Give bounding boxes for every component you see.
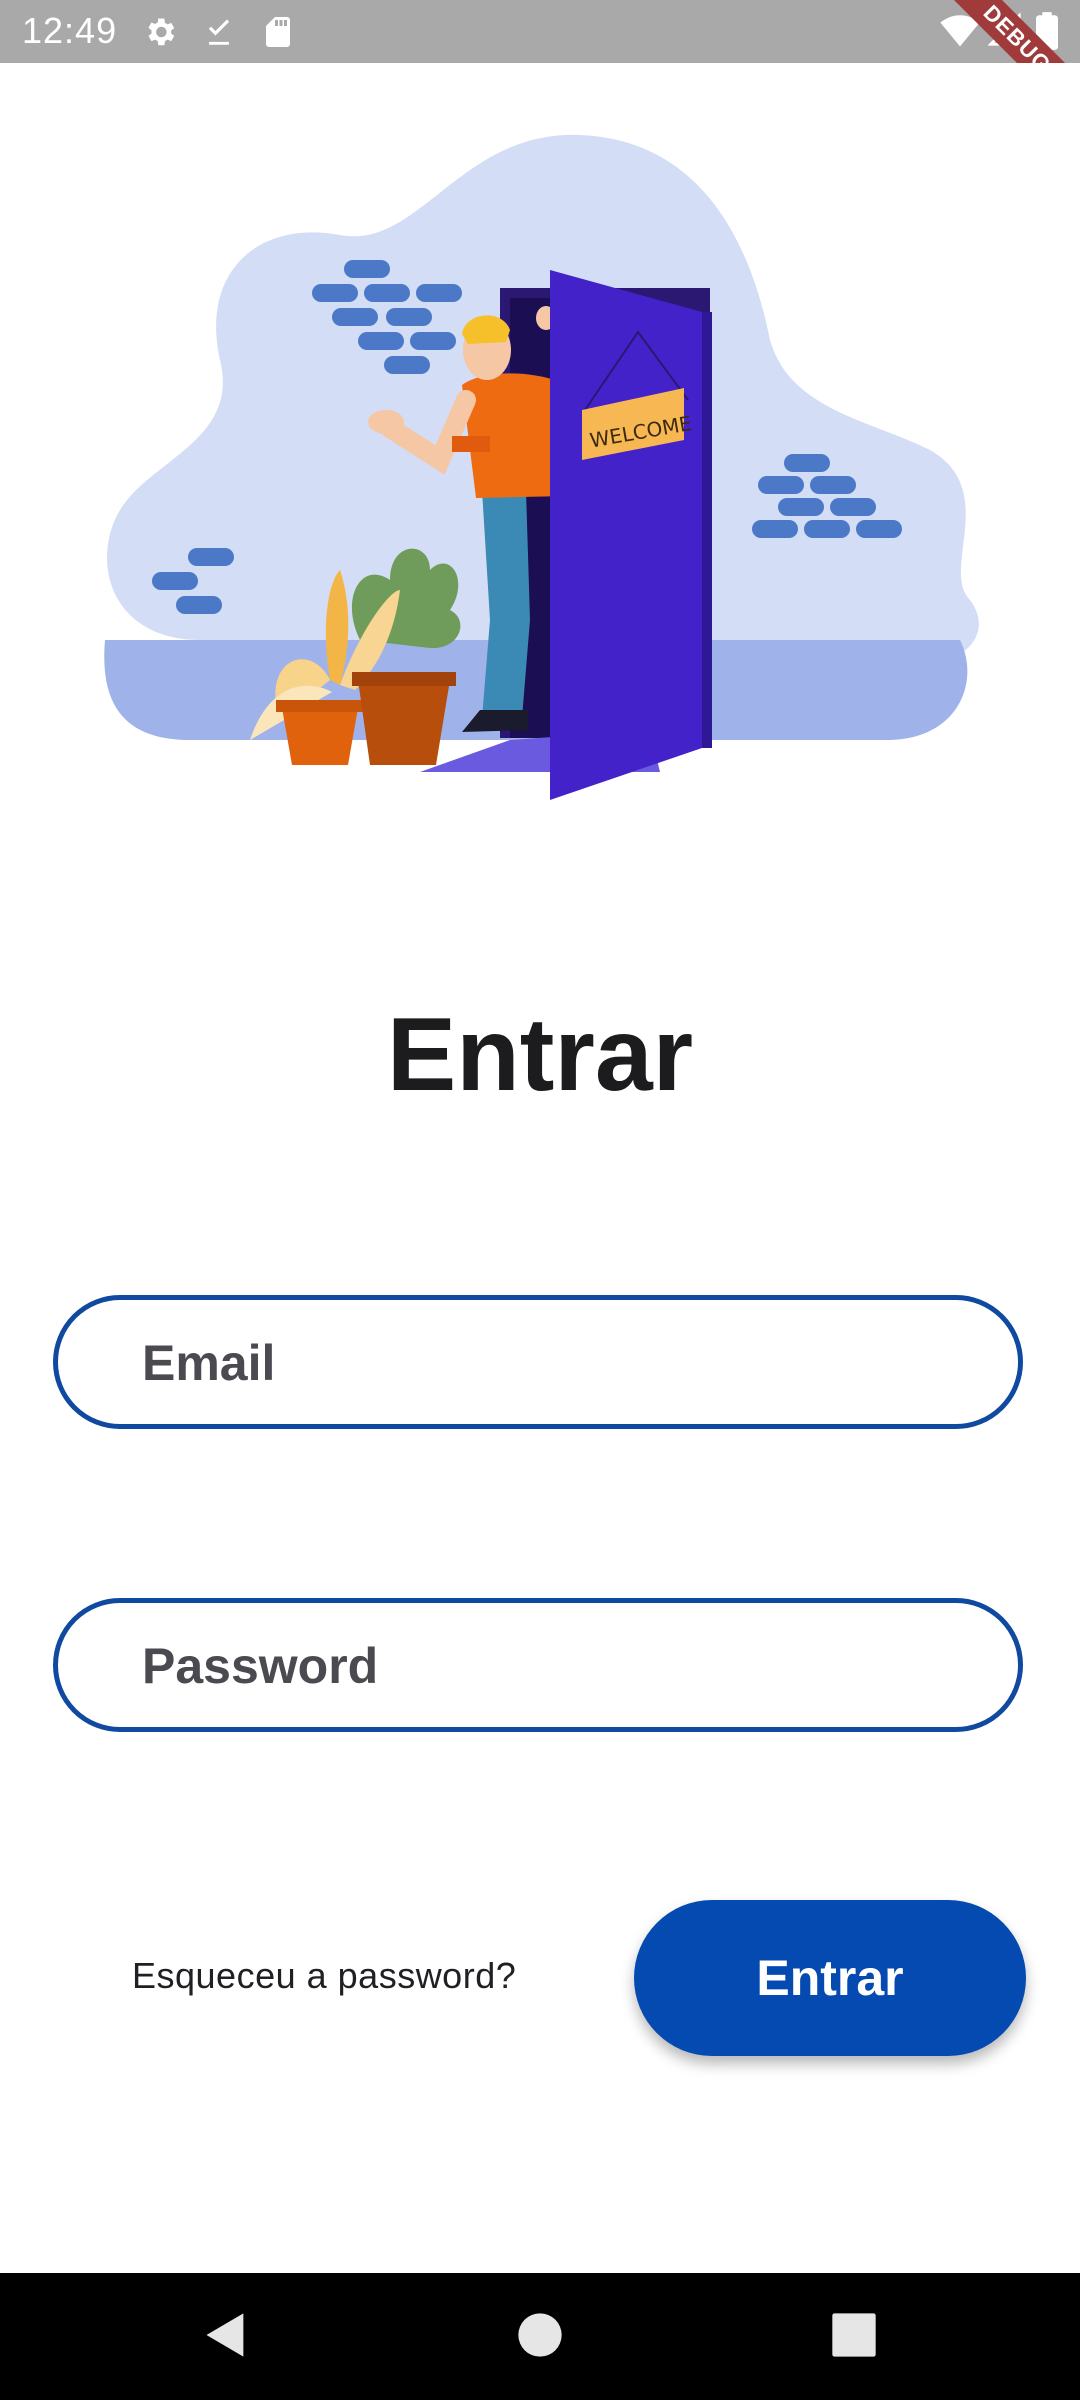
- welcome-illustration: WELCOME: [104, 134, 979, 800]
- home-icon[interactable]: [514, 2309, 566, 2361]
- recents-icon[interactable]: [828, 2309, 880, 2361]
- email-input[interactable]: [140, 1300, 964, 1426]
- navigation-bar: [0, 2273, 1080, 2400]
- page-title: Entrar: [386, 997, 694, 1113]
- status-bar: 12:49 DEBUG: [0, 0, 1080, 63]
- back-icon[interactable]: [200, 2309, 252, 2361]
- forgot-password-link[interactable]: Esqueceu a password?: [132, 1955, 516, 1997]
- status-time: 12:49: [22, 10, 118, 51]
- login-button[interactable]: Entrar: [634, 1900, 1026, 2056]
- password-input[interactable]: [140, 1603, 964, 1729]
- email-field[interactable]: [53, 1295, 1023, 1429]
- password-field[interactable]: [53, 1598, 1023, 1732]
- download-done-icon: [208, 19, 230, 45]
- sd-card-icon: [266, 17, 290, 47]
- gear-icon: [148, 18, 175, 46]
